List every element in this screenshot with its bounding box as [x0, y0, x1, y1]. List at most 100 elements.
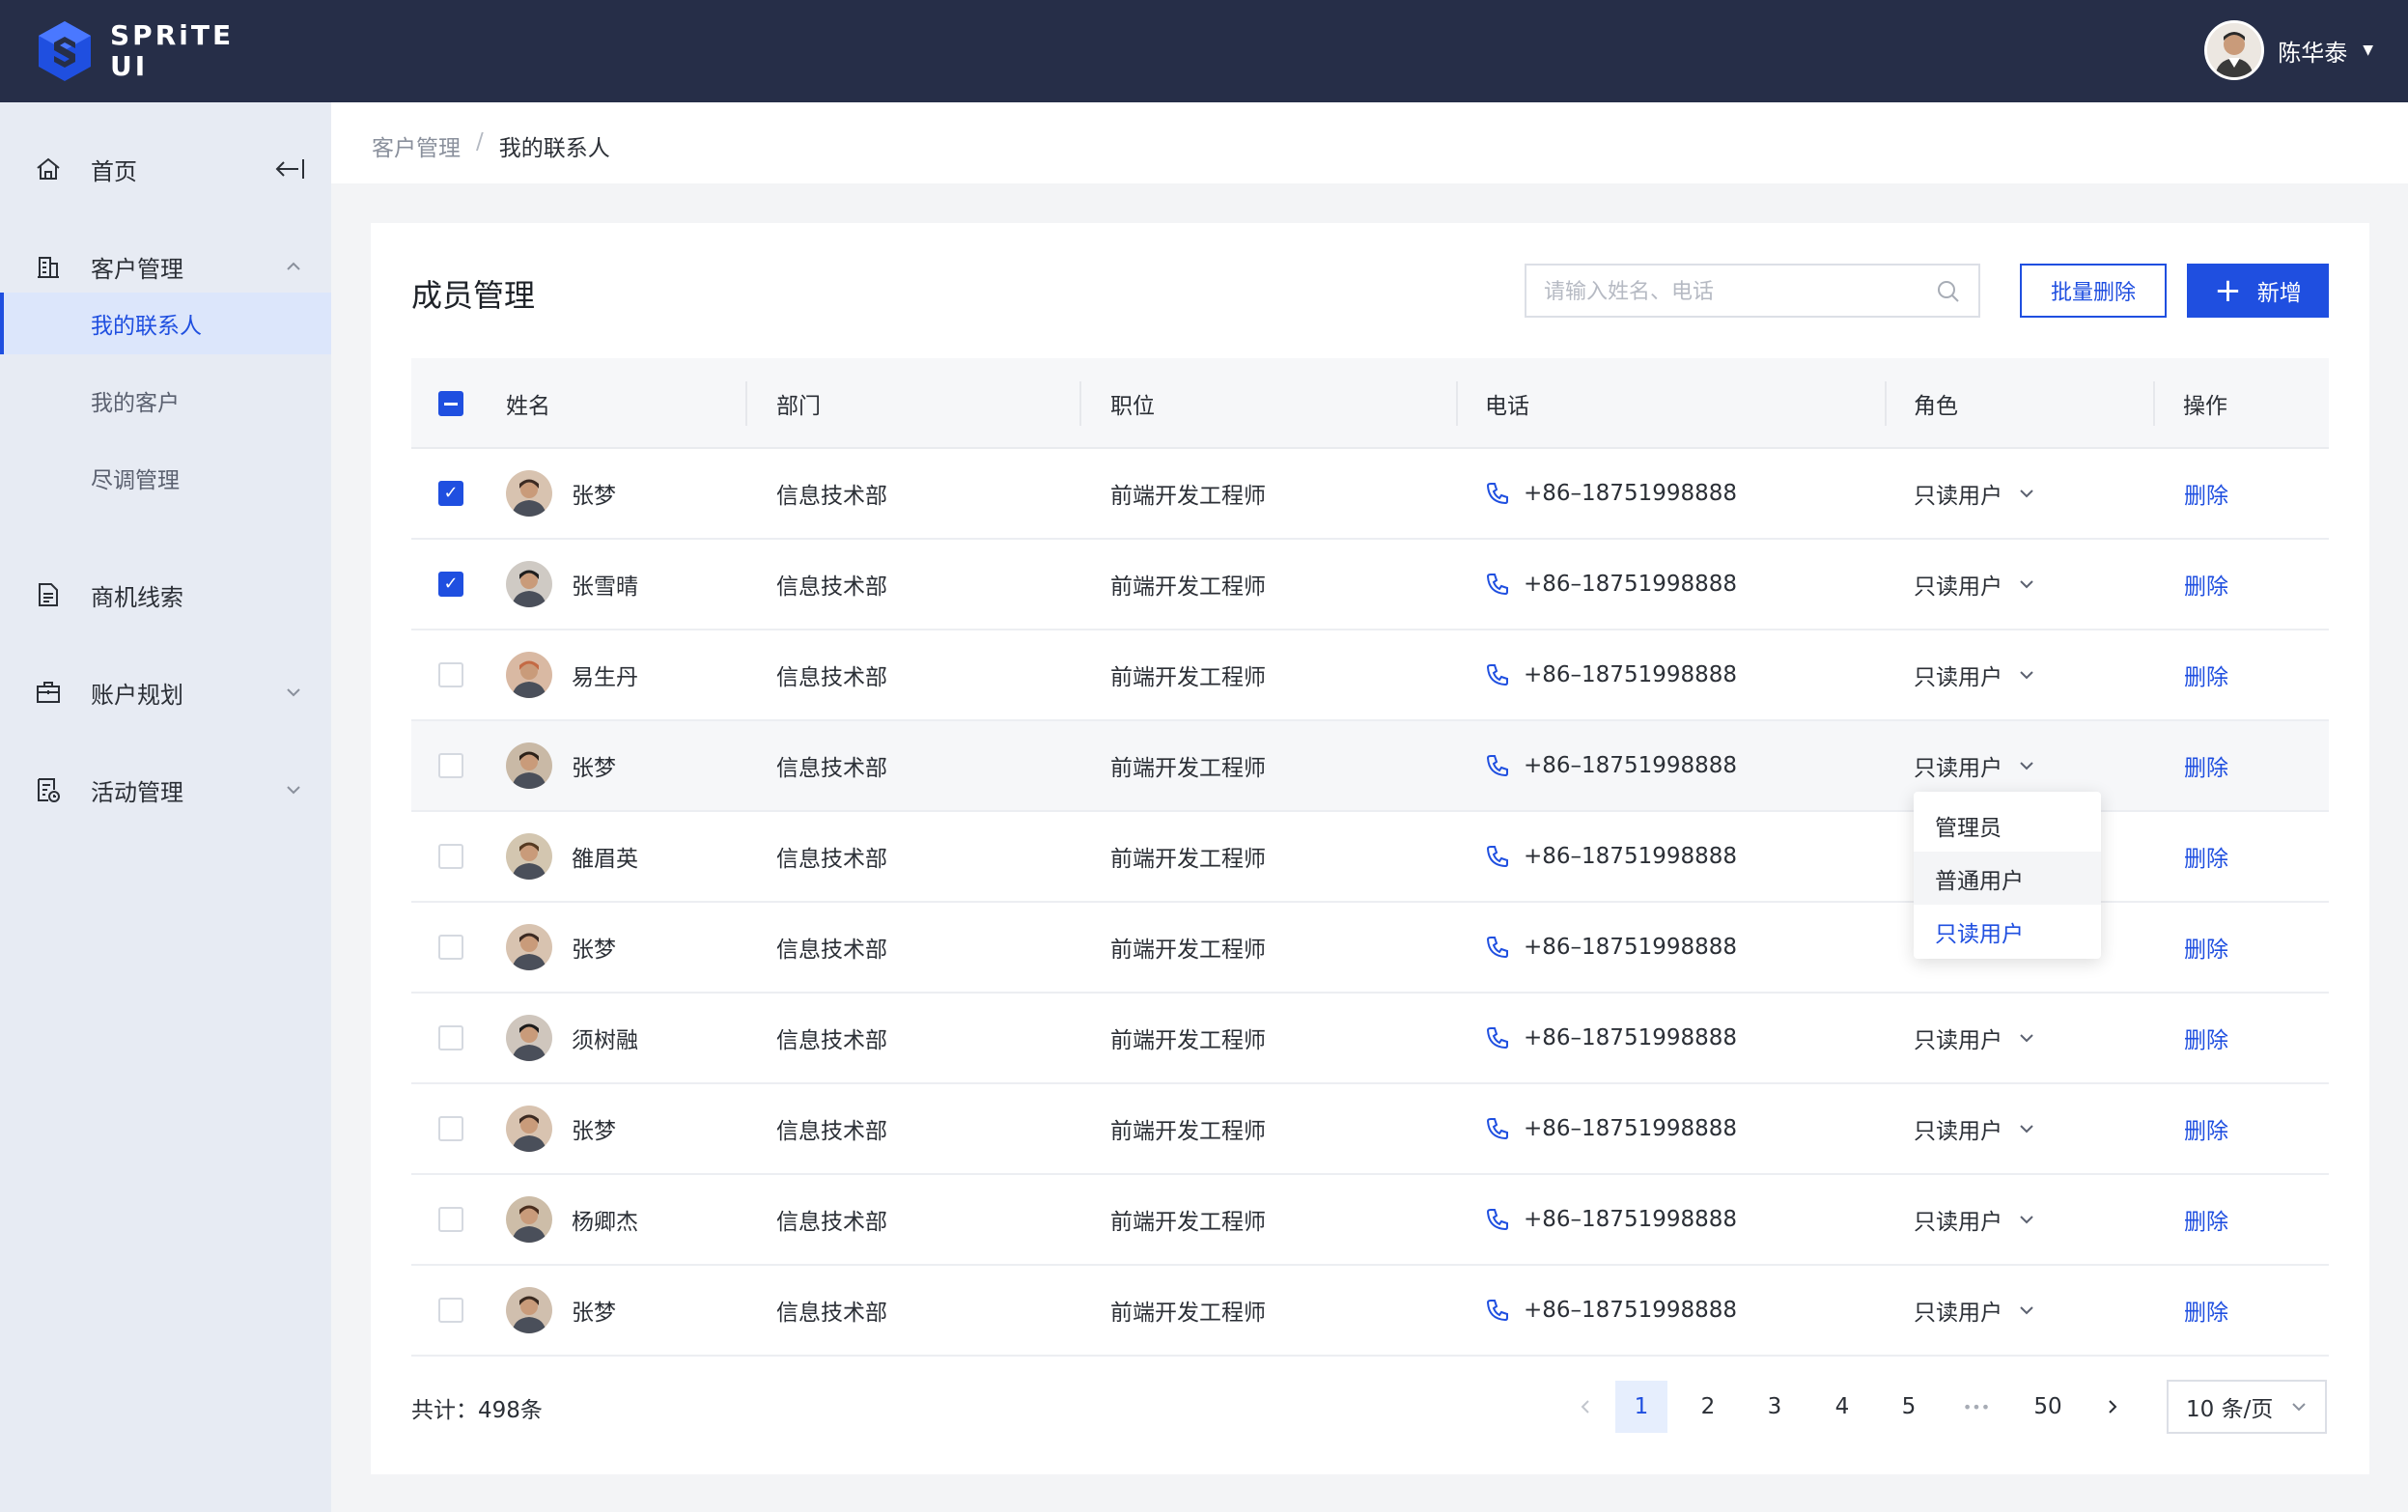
sidebar-item-home[interactable]: 首页	[0, 138, 331, 200]
table-row[interactable]: 须树融 信息技术部 前端开发工程师 +86–18751998888 只读用户 删除	[411, 994, 2329, 1084]
table-row[interactable]: 易生丹 信息技术部 前端开发工程师 +86–18751998888 只读用户 删除	[411, 630, 2329, 721]
sidebar-item-customer-management[interactable]: 客户管理	[0, 236, 331, 297]
table-header: 姓名 部门 职位 电话 角色 操作	[411, 358, 2329, 449]
phone-cell: +86–18751998888	[1485, 1266, 1737, 1355]
row-checkbox[interactable]	[438, 1025, 463, 1050]
delete-link[interactable]: 删除	[2184, 1266, 2228, 1355]
sidebar-item-account-planning[interactable]: 账户规划	[0, 661, 331, 723]
delete-link[interactable]: 删除	[2184, 812, 2228, 901]
department-cell: 信息技术部	[776, 756, 887, 781]
column-divider	[1885, 381, 1887, 426]
phone-icon	[1486, 846, 1508, 868]
delete-link[interactable]: 删除	[2184, 903, 2228, 992]
role-select[interactable]: 只读用户	[1914, 1175, 2035, 1264]
delete-link[interactable]: 删除	[2184, 540, 2228, 629]
name-cell: 杨卿杰	[506, 1175, 638, 1264]
row-select-cell: ✓	[438, 540, 463, 629]
row-checkbox[interactable]	[438, 1207, 463, 1232]
role-value: 只读用户	[1914, 1210, 2002, 1235]
member-name: 易生丹	[572, 665, 638, 690]
search-input[interactable]	[1544, 277, 1930, 306]
delete-link[interactable]: 删除	[2184, 721, 2228, 810]
batch-delete-button[interactable]: 批量删除	[2020, 264, 2167, 318]
row-checkbox[interactable]	[438, 844, 463, 869]
pagination-page-5[interactable]: 5	[1883, 1381, 1935, 1433]
delete-link[interactable]: 删除	[2184, 449, 2228, 538]
search-icon[interactable]	[1936, 279, 1961, 304]
table-row[interactable]: 张梦 信息技术部 前端开发工程师 +86–18751998888 只读用户 删除	[411, 1266, 2329, 1357]
role-option-readonly-user[interactable]: 只读用户	[1914, 905, 2101, 958]
row-checkbox[interactable]: ✓	[438, 572, 463, 597]
pagination-page-4[interactable]: 4	[1816, 1381, 1868, 1433]
phone-icon	[1486, 755, 1508, 777]
member-name: 张梦	[572, 756, 616, 781]
row-checkbox[interactable]	[438, 1298, 463, 1323]
delete-link[interactable]: 删除	[2184, 1084, 2228, 1173]
avatar	[506, 561, 552, 607]
avatar	[506, 1106, 552, 1152]
phone-number: +86–18751998888	[1524, 1298, 1738, 1323]
logo-line-1: SPRiTE	[110, 19, 235, 51]
table-row[interactable]: ✓ 张雪晴 信息技术部 前端开发工程师 +86–18751998888 只读用户 删除	[411, 540, 2329, 630]
search-box[interactable]	[1525, 264, 1980, 318]
phone-icon	[1486, 574, 1508, 596]
role-select[interactable]: 只读用户	[1914, 449, 2035, 538]
role-select[interactable]: 只读用户	[1914, 1084, 2035, 1173]
app-logo[interactable]: SPRiTE UI	[35, 15, 234, 87]
pagination-next-button[interactable]	[2086, 1381, 2139, 1433]
home-icon	[37, 157, 60, 180]
member-name: 须树融	[572, 1028, 638, 1053]
logo-text: SPRiTE UI	[110, 20, 234, 82]
sidebar-item-label: 活动管理	[91, 778, 183, 806]
row-checkbox[interactable]	[438, 662, 463, 687]
page-size-select[interactable]: 10 条/页	[2167, 1380, 2327, 1434]
phone-cell: +86–18751998888	[1485, 1175, 1737, 1264]
sidebar-subitem-my-contacts[interactable]: 我的联系人	[0, 293, 331, 354]
delete-link[interactable]: 删除	[2184, 994, 2228, 1082]
sidebar-subitem-my-customers[interactable]: 我的客户	[0, 370, 331, 432]
role-select[interactable]: 只读用户	[1914, 540, 2035, 629]
row-select-cell	[438, 994, 463, 1082]
row-checkbox[interactable]	[438, 753, 463, 778]
breadcrumb-separator: /	[476, 129, 484, 154]
user-menu[interactable]: 陈华泰 ▼	[2204, 19, 2373, 81]
pagination-ellipsis[interactable]: •••	[1950, 1381, 2002, 1433]
sidebar-subitem-due-diligence[interactable]: 尽调管理	[0, 447, 331, 509]
table-row[interactable]: 张梦 信息技术部 前端开发工程师 +86–18751998888 只读用户 删除	[411, 1084, 2329, 1175]
sidebar-item-label: 商机线索	[91, 583, 183, 611]
pagination-page-2[interactable]: 2	[1682, 1381, 1734, 1433]
select-all-checkbox[interactable]	[438, 391, 463, 416]
member-name: 杨卿杰	[572, 1210, 638, 1235]
phone-number: +86–18751998888	[1524, 481, 1738, 506]
pagination-page-50[interactable]: 50	[2017, 1381, 2079, 1433]
delete-link[interactable]: 删除	[2184, 1175, 2228, 1264]
collapse-sidebar-icon[interactable]	[273, 155, 306, 182]
total-count: 共计：498条	[411, 1398, 543, 1423]
member-name: 张梦	[572, 938, 616, 963]
breadcrumb-parent[interactable]: 客户管理	[372, 129, 461, 162]
pagination-page-3[interactable]: 3	[1749, 1381, 1801, 1433]
add-button-label: 新增	[2256, 281, 2302, 306]
row-checkbox[interactable]	[438, 935, 463, 960]
row-checkbox[interactable]: ✓	[438, 481, 463, 506]
table-row[interactable]: 杨卿杰 信息技术部 前端开发工程师 +86–18751998888 只读用户 删除	[411, 1175, 2329, 1266]
table-row[interactable]: ✓ 张梦 信息技术部 前端开发工程师 +86–18751998888 只读用户 删除	[411, 449, 2329, 540]
sidebar-subitem-label: 我的联系人	[91, 314, 202, 339]
row-select-cell	[438, 1266, 463, 1355]
role-select[interactable]: 只读用户	[1914, 994, 2035, 1082]
role-option-normal-user[interactable]: 普通用户	[1914, 852, 2101, 905]
role-select[interactable]: 只读用户	[1914, 1266, 2035, 1355]
sidebar-item-activity-management[interactable]: 活动管理	[0, 759, 331, 821]
role-select[interactable]: 只读用户	[1914, 630, 2035, 719]
pagination-page-1[interactable]: 1	[1615, 1381, 1667, 1433]
pagination-prev-button[interactable]	[1559, 1381, 1611, 1433]
sidebar-item-opportunities[interactable]: 商机线索	[0, 564, 331, 626]
row-checkbox[interactable]	[438, 1116, 463, 1141]
building-icon	[38, 257, 59, 278]
add-button[interactable]: + 新增	[2187, 264, 2329, 318]
role-option-admin[interactable]: 管理员	[1914, 798, 2101, 852]
row-select-cell	[438, 1175, 463, 1264]
delete-link[interactable]: 删除	[2184, 630, 2228, 719]
role-value: 只读用户	[1914, 1028, 2002, 1053]
avatar	[506, 652, 552, 698]
